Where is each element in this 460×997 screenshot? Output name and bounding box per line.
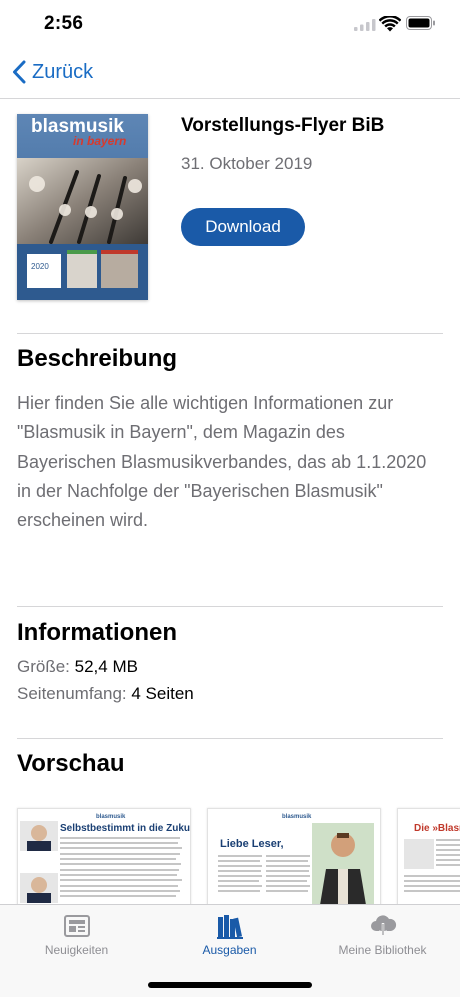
svg-text:blasmusik: blasmusik xyxy=(96,814,126,820)
preview-heading: Vorschau xyxy=(17,750,125,777)
preview-headline: Selbstbestimmt in die Zukunft xyxy=(60,823,190,834)
tab-neuigkeiten[interactable]: Neuigkeiten xyxy=(0,905,153,965)
back-label: Zurück xyxy=(32,60,94,83)
wifi-icon xyxy=(379,16,401,32)
status-time: 2:56 xyxy=(44,13,84,34)
battery-icon xyxy=(406,16,435,30)
cover-illustration: blasmusik in bayern 2020 xyxy=(17,114,148,300)
tab-ausgaben[interactable]: Ausgaben xyxy=(153,905,306,965)
pages-value: 4 Seiten xyxy=(131,684,194,703)
preview-page-illustration: Die »Blasmu xyxy=(404,823,460,892)
pages-row: Seitenumfang: 4 Seiten xyxy=(17,684,194,704)
tab-meine-bibliothek[interactable]: Meine Bibliothek xyxy=(306,905,459,965)
preview-headline: Liebe Leser, xyxy=(220,838,284,850)
status-bar: 2:56 xyxy=(0,0,460,50)
divider xyxy=(17,738,443,739)
tab-label: Ausgaben xyxy=(202,943,257,957)
divider xyxy=(17,333,443,334)
tab-bar: Neuigkeiten Ausgaben Meine Bibliothek xyxy=(0,904,460,997)
size-value: 52,4 MB xyxy=(74,657,138,676)
preview-page-illustration: blasmusik Selbstbestimmt in die Zukunft xyxy=(20,814,190,903)
cover-logo-sub: in bayern xyxy=(73,134,126,148)
divider xyxy=(17,606,443,607)
svg-text:blasmusik: blasmusik xyxy=(282,814,312,820)
tab-label: Meine Bibliothek xyxy=(338,943,427,957)
pages-label: Seitenumfang: xyxy=(17,684,127,703)
preview-headline: Die »Blasmu xyxy=(414,823,460,834)
information-heading: Informationen xyxy=(17,619,177,646)
size-label: Größe: xyxy=(17,657,70,676)
preview-page-illustration: blasmusik Liebe Leser, xyxy=(218,814,374,905)
navigation-bar: Zurück xyxy=(0,50,460,99)
issue-title: Vorstellungs-Flyer BiB xyxy=(181,115,385,136)
size-row: Größe: 52,4 MB xyxy=(17,657,138,677)
cellular-signal-icon xyxy=(354,19,376,31)
magazine-cover: blasmusik in bayern 2020 xyxy=(17,114,148,300)
back-button[interactable]: Zurück xyxy=(12,60,93,84)
preview-carousel[interactable]: blasmusik Selbstbestimmt in die Zukunft … xyxy=(0,806,460,906)
home-indicator xyxy=(148,982,312,988)
cover-year: 2020 xyxy=(31,262,49,271)
books-icon xyxy=(216,915,243,939)
tab-label: Neuigkeiten xyxy=(44,943,109,957)
description-heading: Beschreibung xyxy=(17,345,178,372)
cloud-download-icon xyxy=(370,915,396,938)
preview-page[interactable]: Die »Blasmu xyxy=(397,808,460,906)
preview-page[interactable]: blasmusik Liebe Leser, xyxy=(207,808,381,906)
chevron-left-icon xyxy=(13,60,26,84)
newspaper-icon xyxy=(63,915,90,937)
issue-date: 31. Oktober 2019 xyxy=(181,154,313,173)
description-text: Hier finden Sie alle wichtigen Informati… xyxy=(17,393,427,531)
download-button[interactable]: Download xyxy=(181,208,305,246)
preview-page[interactable]: blasmusik Selbstbestimmt in die Zukunft xyxy=(17,808,191,906)
